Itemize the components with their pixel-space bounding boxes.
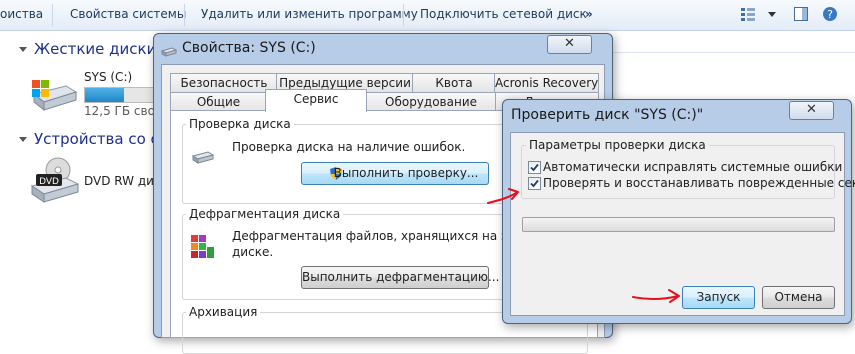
annotation-overlay	[487, 188, 680, 303]
tab-service[interactable]: Сервис	[265, 89, 367, 112]
annotation-arrow-start	[632, 295, 679, 301]
